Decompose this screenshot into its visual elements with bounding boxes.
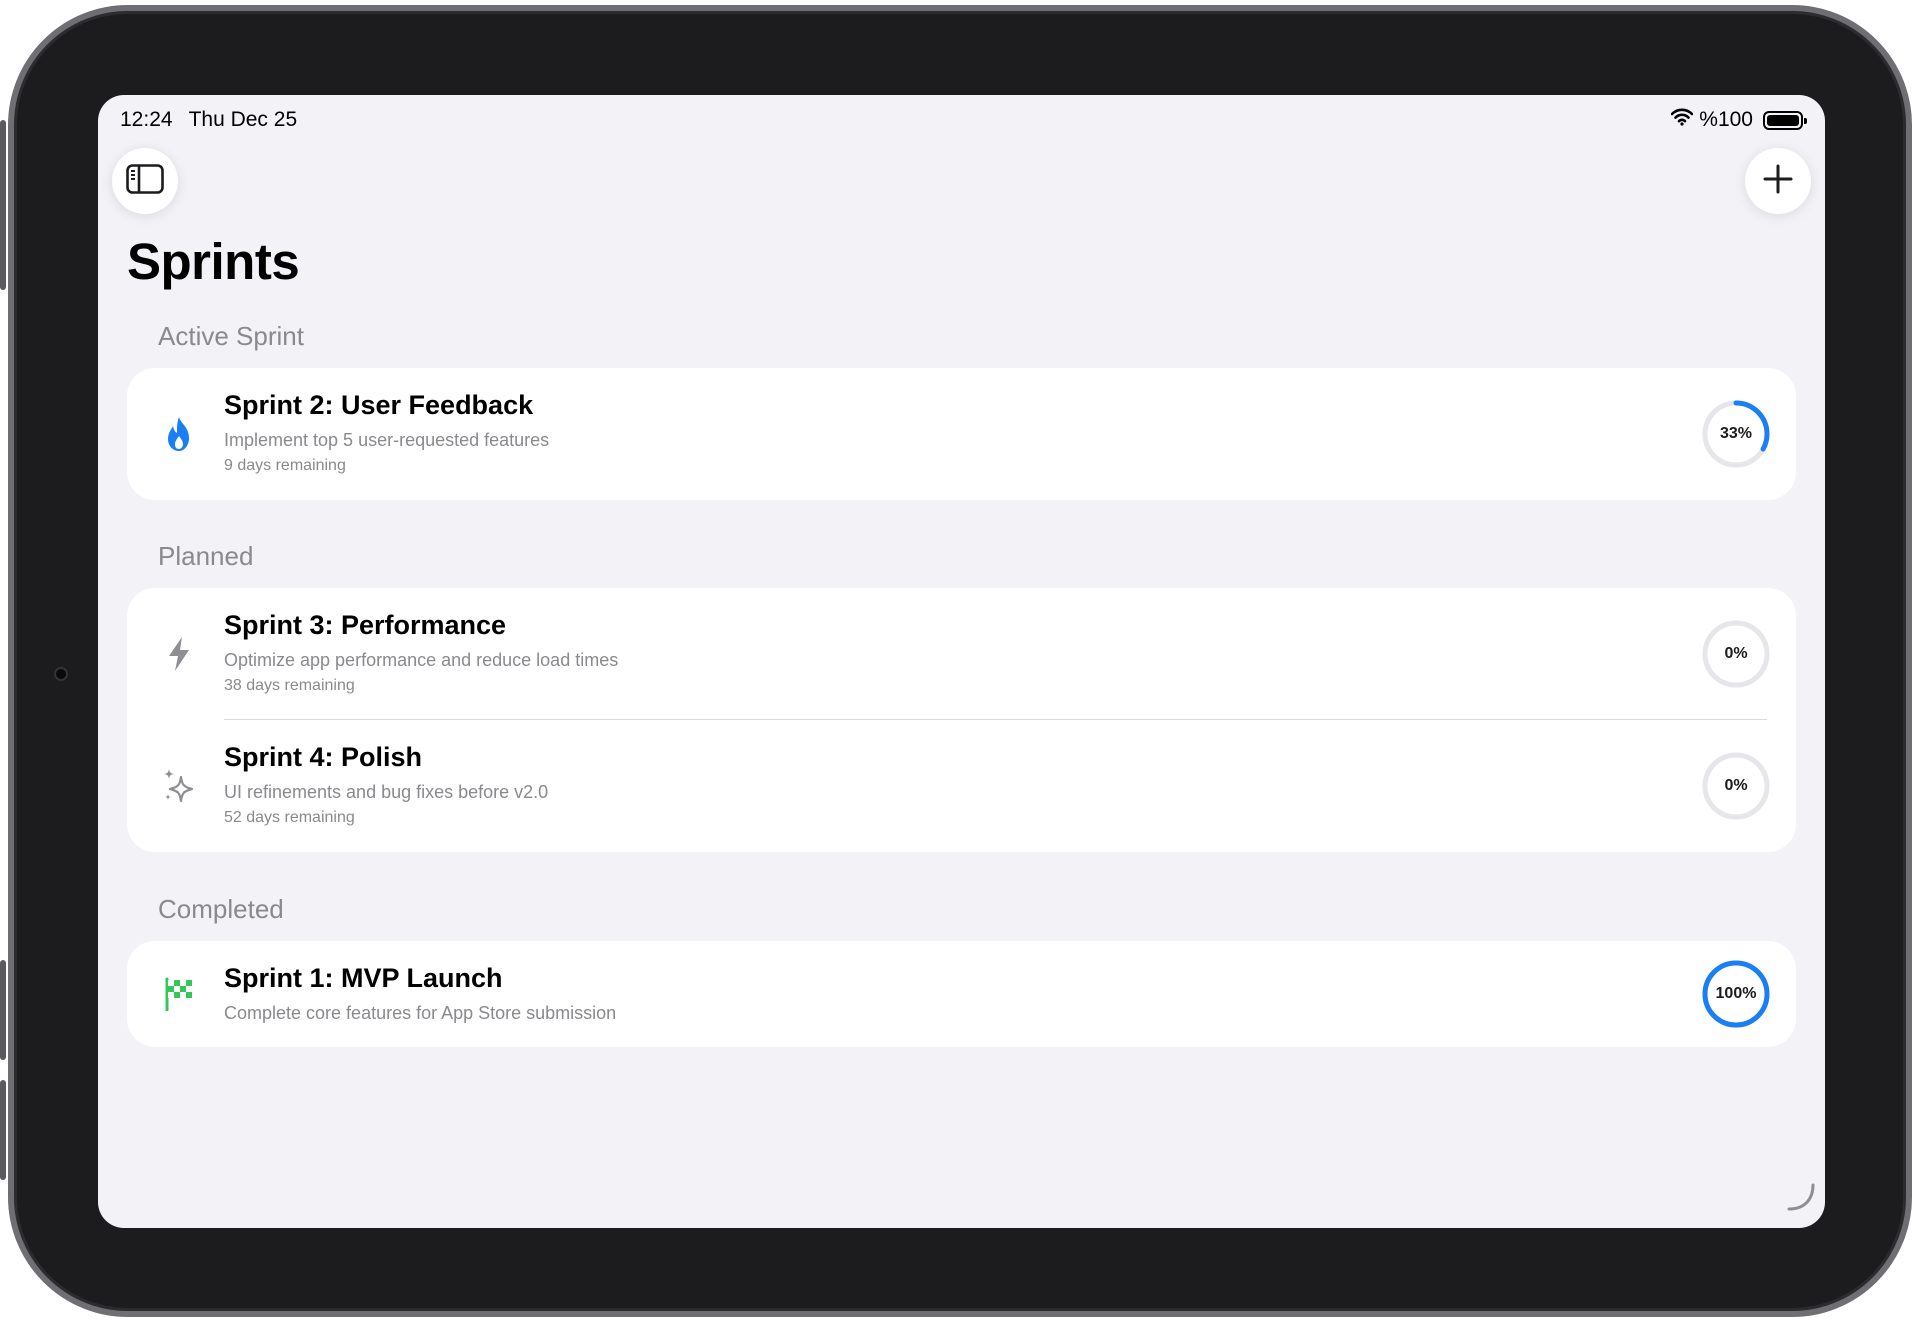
top-button	[0, 120, 6, 290]
completed-sprints-card: Sprint 1: MVP Launch Complete core featu…	[127, 941, 1796, 1047]
sprint-remaining: 38 days remaining	[224, 677, 355, 694]
progress-label: 100%	[1715, 985, 1757, 1002]
screen: 12:24 Thu Dec 25 %100 Sprints Active Spr…	[98, 95, 1825, 1228]
section-header-planned: Planned	[158, 541, 254, 571]
status-bar: 12:24 Thu Dec 25 %100	[120, 105, 1807, 135]
progress-ring: 33%	[1701, 399, 1771, 469]
resize-handle-icon[interactable]	[1785, 1181, 1817, 1218]
progress-ring: 0%	[1701, 619, 1771, 689]
sprint-title: Sprint 1: MVP Launch	[224, 963, 503, 993]
sidebar-icon	[126, 163, 164, 199]
sprint-title: Sprint 2: User Feedback	[224, 390, 534, 420]
progress-ring: 0%	[1701, 751, 1771, 821]
section-header-active: Active Sprint	[158, 321, 304, 351]
front-camera	[54, 667, 68, 681]
checkered-flag-icon	[159, 974, 199, 1014]
sprint-description: Implement top 5 user-requested features	[224, 430, 550, 450]
sprint-description: UI refinements and bug fixes before v2.0	[224, 782, 549, 802]
section-header-completed: Completed	[158, 894, 284, 924]
progress-label: 0%	[1724, 645, 1748, 662]
sprint-description: Optimize app performance and reduce load…	[224, 650, 619, 670]
plus-icon	[1763, 164, 1793, 199]
status-time: 12:24	[120, 108, 173, 131]
volume-button	[0, 960, 6, 1060]
status-date: Thu Dec 25	[188, 108, 298, 131]
sidebar-toggle-button[interactable]	[112, 148, 178, 214]
add-sprint-button[interactable]	[1745, 148, 1811, 214]
sprint-remaining: 9 days remaining	[224, 457, 346, 474]
page-title: Sprints	[127, 233, 300, 290]
sparkles-icon	[159, 766, 199, 806]
bolt-icon	[159, 634, 199, 674]
battery-icon	[1763, 110, 1807, 130]
sprint-title: Sprint 3: Performance	[224, 610, 507, 640]
volume-button	[0, 1080, 6, 1180]
sprint-description: Complete core features for App Store sub…	[224, 1003, 617, 1023]
sprint-row[interactable]: Sprint 2: User Feedback Implement top 5 …	[127, 368, 1796, 500]
wifi-icon	[1670, 108, 1694, 132]
sprint-row[interactable]: Sprint 4: Polish UI refinements and bug …	[127, 720, 1796, 852]
progress-label: 0%	[1724, 777, 1748, 794]
flame-icon	[159, 414, 199, 454]
progress-ring: 100%	[1701, 959, 1771, 1029]
planned-sprints-card: Sprint 3: Performance Optimize app perfo…	[127, 588, 1796, 852]
progress-label: 33%	[1719, 425, 1753, 442]
active-sprint-card: Sprint 2: User Feedback Implement top 5 …	[127, 368, 1796, 500]
sprint-remaining: 52 days remaining	[224, 809, 355, 826]
battery-percent: %100	[1699, 108, 1753, 131]
sprint-row[interactable]: Sprint 3: Performance Optimize app perfo…	[127, 588, 1796, 720]
sprint-row[interactable]: Sprint 1: MVP Launch Complete core featu…	[127, 941, 1796, 1047]
sprint-title: Sprint 4: Polish	[224, 742, 423, 772]
